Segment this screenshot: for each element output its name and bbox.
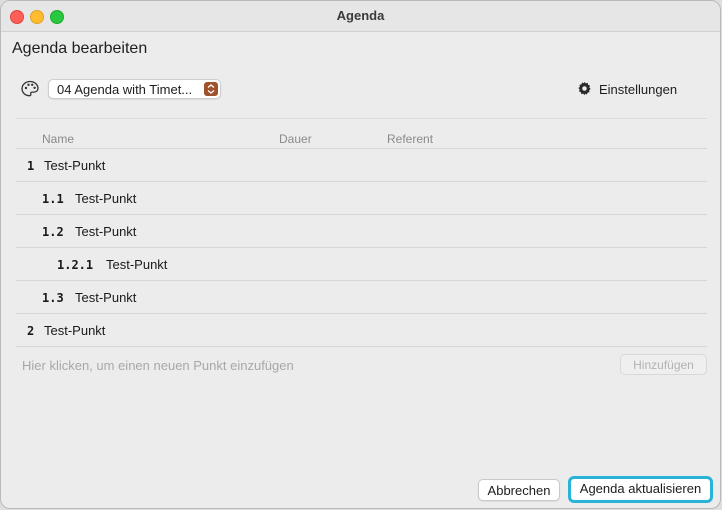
- column-header-name[interactable]: Name: [42, 132, 74, 146]
- column-header-speaker[interactable]: Referent: [387, 132, 433, 146]
- item-label: Test-Punkt: [75, 224, 137, 239]
- item-number: 1.2.1: [57, 258, 94, 272]
- settings-label: Einstellungen: [599, 82, 678, 97]
- template-select-value: 04 Agenda with Timet...: [57, 82, 193, 97]
- item-label: Test-Punkt: [75, 290, 137, 305]
- item-label: Test-Punkt: [106, 257, 168, 272]
- cancel-button-label: Abbrechen: [487, 483, 551, 498]
- new-item-input[interactable]: Hier klicken, um einen neuen Punkt einzu…: [22, 358, 294, 373]
- item-number: 1.3: [42, 291, 64, 305]
- item-number: 2: [27, 324, 35, 338]
- chevron-up-down-icon: [204, 82, 218, 96]
- table-row[interactable]: 1.3 Test-Punkt: [16, 281, 707, 314]
- table-row[interactable]: 1.2.1 Test-Punkt: [16, 248, 707, 281]
- table-header: Name Dauer Referent: [16, 118, 707, 149]
- table-row[interactable]: 1.1 Test-Punkt: [16, 182, 707, 215]
- update-agenda-button[interactable]: Agenda aktualisieren: [568, 476, 713, 503]
- item-number: 1: [27, 159, 35, 173]
- settings-button[interactable]: Einstellungen: [577, 79, 699, 99]
- agenda-table: Name Dauer Referent 1 Test-Punkt 1.1 Tes…: [16, 118, 707, 347]
- agenda-window: Agenda Agenda bearbeiten 04 Agenda with …: [0, 0, 721, 509]
- item-label: Test-Punkt: [44, 323, 106, 338]
- item-number: 1.1: [42, 192, 64, 206]
- title-bar: Agenda: [1, 1, 720, 32]
- table-row[interactable]: 1 Test-Punkt: [16, 149, 707, 182]
- window-title: Agenda: [336, 8, 385, 23]
- table-row[interactable]: 2 Test-Punkt: [16, 314, 707, 347]
- update-agenda-button-label: Agenda aktualisieren: [579, 481, 702, 496]
- item-label: Test-Punkt: [44, 158, 106, 173]
- template-select[interactable]: 04 Agenda with Timet...: [48, 79, 221, 99]
- page-title: Agenda bearbeiten: [12, 40, 148, 57]
- item-number: 1.2: [42, 225, 64, 239]
- cancel-button[interactable]: Abbrechen: [478, 479, 560, 501]
- table-row[interactable]: 1.2 Test-Punkt: [16, 215, 707, 248]
- gear-icon: [577, 81, 592, 96]
- palette-icon[interactable]: [20, 79, 40, 99]
- item-label: Test-Punkt: [75, 191, 137, 206]
- add-button-label: Hinzufügen: [633, 358, 694, 372]
- column-header-duration[interactable]: Dauer: [279, 132, 312, 146]
- add-button[interactable]: Hinzufügen: [620, 354, 707, 375]
